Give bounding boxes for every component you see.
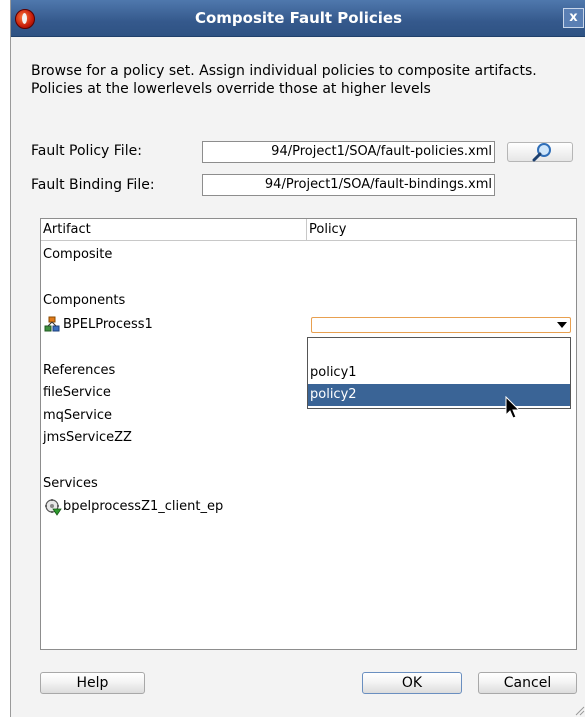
help-button[interactable]: Help (40, 672, 145, 694)
row-jms-service[interactable]: jmsServiceZZ (43, 430, 132, 445)
policy-option-empty[interactable] (308, 340, 570, 362)
row-bpelprocess1[interactable]: BPELProcess1 (63, 317, 153, 332)
policy-dropdown-list: policy1 policy2 (307, 337, 571, 409)
close-button[interactable]: x (563, 8, 584, 28)
group-header-references: References (43, 363, 116, 378)
row-mq-service[interactable]: mqService (43, 408, 112, 423)
fault-binding-file-label: Fault Binding File: (31, 177, 155, 193)
group-header-components: Components (43, 293, 126, 308)
policy-combo-box[interactable] (311, 317, 571, 333)
resize-grip-icon[interactable] (573, 704, 585, 716)
fault-policy-file-label: Fault Policy File: (31, 143, 142, 159)
web-service-icon (45, 499, 62, 516)
row-client-ep[interactable]: bpelprocessZ1_client_ep (63, 499, 223, 514)
fault-binding-file-field[interactable]: 94/Project1/SOA/fault-bindings.xml (202, 174, 495, 196)
group-header-services: Services (43, 476, 98, 491)
policy-option-policy2[interactable]: policy2 (308, 384, 570, 406)
column-header-policy[interactable]: Policy (307, 219, 576, 241)
background-edge (0, 0, 10, 717)
dialog-title: Composite Fault Policies (194, 9, 403, 27)
row-composite[interactable]: Composite (43, 247, 112, 262)
row-file-service[interactable]: fileService (43, 385, 111, 400)
browse-button[interactable] (507, 142, 573, 162)
bpel-process-icon (44, 316, 60, 332)
cancel-button[interactable]: Cancel (478, 672, 577, 694)
fault-policy-file-field[interactable]: 94/Project1/SOA/fault-policies.xml (202, 141, 495, 163)
artifact-policy-table: Artifact Policy Composite Components BPE… (40, 218, 577, 650)
instructions-text: Browse for a policy set. Assign individu… (31, 63, 537, 97)
ok-button[interactable]: OK (362, 672, 462, 694)
composite-fault-policies-dialog: Composite Fault Policies x Browse for a … (10, 0, 585, 717)
mouse-cursor-icon (505, 396, 521, 419)
chevron-down-icon[interactable] (557, 322, 567, 328)
column-header-artifact[interactable]: Artifact (41, 219, 307, 241)
policy-option-policy1[interactable]: policy1 (308, 362, 570, 384)
title-bar[interactable]: Composite Fault Policies x (11, 0, 585, 37)
magnifier-icon (532, 143, 551, 162)
